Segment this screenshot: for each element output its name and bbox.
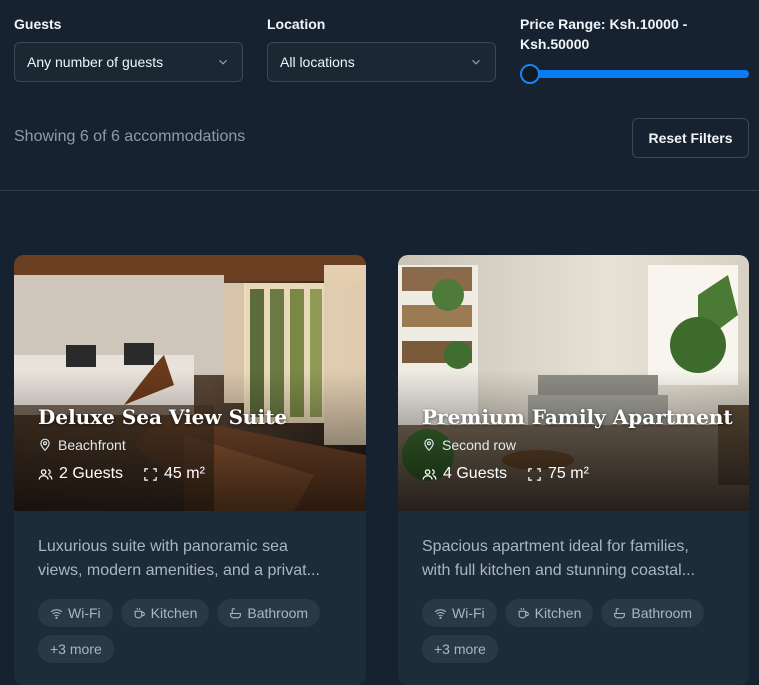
chevron-down-icon [472,59,480,65]
bath-icon [230,607,242,618]
amenity-chip: Kitchen [504,599,594,627]
card-description: Spacious apartment ideal for families, w… [422,535,732,583]
amenity-chip-label: Kitchen [150,605,198,621]
coffee-icon [134,607,145,618]
amenity-chip-label: Wi-Fi [68,605,101,621]
card-meta: 4 Guests 75 m² [422,465,589,483]
price-slider-track[interactable] [520,70,749,78]
users-icon [422,468,437,480]
amenity-chip: Wi-Fi [422,599,497,627]
card-location: Beachfront [38,437,126,453]
map-pin-icon [40,438,50,452]
card-description: Luxurious suite with panoramic sea views… [38,535,348,583]
card-location-text: Beachfront [58,437,126,453]
card-size: 45 m² [164,465,205,482]
price-range-label-line2: Ksh.50000 [520,36,590,52]
amenity-chip-label: Kitchen [534,605,582,621]
chevron-down-icon [219,59,227,65]
card-title: Deluxe Sea View Suite [38,405,288,429]
card-meta: 2 Guests 45 m² [38,465,205,483]
accommodation-card[interactable]: Deluxe Sea View Suite Beachfront 2 Guest… [14,255,366,685]
card-title: Premium Family Apartment [422,405,733,429]
location-select[interactable]: All locations [267,42,496,82]
guests-select-value: Any number of guests [27,54,164,70]
map-pin-icon [424,438,434,452]
amenity-chip: Kitchen [120,599,210,627]
guests-label: Guests [14,16,62,32]
card-guests: 2 Guests [59,465,124,482]
amenity-chip-label: Bathroom [247,605,309,621]
amenity-chip-label: Wi-Fi [452,605,485,621]
price-slider-thumb[interactable] [520,64,540,84]
area-icon [144,467,157,481]
amenity-list: Wi-Fi Kitchen Bathroom +3 more [422,599,742,663]
card-guests: 4 Guests [443,465,508,482]
card-location: Second row [422,437,516,453]
results-count: Showing 6 of 6 accommodations [14,128,246,145]
users-icon [38,468,53,480]
location-label: Location [267,16,326,32]
location-select-value: All locations [280,54,355,70]
card-size: 75 m² [548,465,589,482]
card-location-text: Second row [442,437,516,453]
more-amenities-chip[interactable]: +3 more [422,635,498,663]
card-description-line: Spacious apartment ideal for families, [422,538,689,555]
card-description-line: with full kitchen and stunning coastal..… [422,562,696,579]
more-amenities-chip[interactable]: +3 more [38,635,114,663]
price-range-label-line1: Price Range: Ksh.10000 - [520,16,688,32]
guests-select[interactable]: Any number of guests [14,42,243,82]
accommodation-card[interactable]: Premium Family Apartment Second row 4 Gu… [398,255,749,685]
reset-filters-button[interactable]: Reset Filters [632,118,749,158]
amenity-chip: Wi-Fi [38,599,113,627]
amenity-chip-label: Bathroom [631,605,693,621]
filter-bar: Guests Any number of guests Location All… [0,0,759,191]
coffee-icon [518,607,529,618]
card-description-line: Luxurious suite with panoramic sea [38,538,288,555]
wifi-icon [50,608,63,619]
amenity-chip: Bathroom [601,599,705,627]
wifi-icon [434,608,447,619]
amenity-chip: Bathroom [217,599,321,627]
bath-icon [614,607,626,618]
card-description-line: views, modern amenities, and a privat... [38,562,320,579]
area-icon [528,467,541,481]
amenity-list: Wi-Fi Kitchen Bathroom +3 more [38,599,358,663]
